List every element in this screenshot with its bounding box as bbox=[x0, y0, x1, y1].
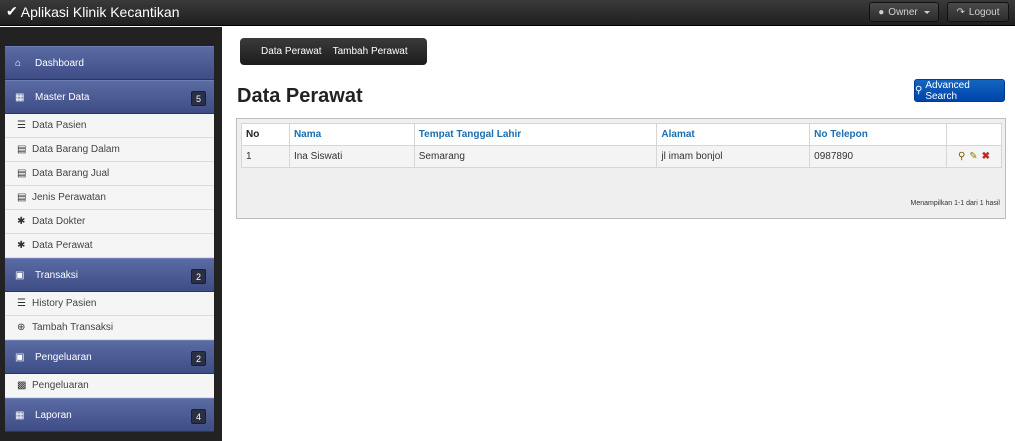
sidebar-item-label: Data Barang Jual bbox=[32, 168, 110, 179]
app-brand[interactable]: ✔ Aplikasi Klinik Kecantikan bbox=[6, 3, 179, 20]
sidebar-item-label: Dashboard bbox=[35, 57, 84, 69]
row-actions: ⚲ ✎ ✖ bbox=[951, 151, 997, 162]
header-tempat-tanggal-lahir[interactable]: Tempat Tanggal Lahir bbox=[413, 123, 658, 146]
search-icon: ⚲ bbox=[915, 85, 923, 96]
sidebar-item-label: Tambah Transaksi bbox=[32, 322, 114, 333]
cell-nama: Ina Siswati bbox=[288, 145, 415, 168]
table-row: 1 Ina Siswati Semarang jl imam bonjol 09… bbox=[241, 145, 1003, 168]
sidebar-item-history-pasien[interactable]: ☰ History Pasien bbox=[5, 292, 214, 316]
user-icon: ● bbox=[878, 6, 885, 18]
logout-button[interactable]: ↷ Logout bbox=[947, 2, 1009, 22]
grid-icon: ▦ bbox=[15, 91, 25, 103]
advanced-search-label: Advanced Search bbox=[925, 79, 970, 102]
check-icon: ✔ bbox=[6, 3, 18, 19]
tab-group: Data Perawat Tambah Perawat bbox=[240, 38, 427, 65]
plus-circle-icon: ⊕ bbox=[17, 322, 26, 333]
list-icon: ☰ bbox=[17, 298, 26, 309]
sidebar-item-data-pasien[interactable]: ☰ Data Pasien bbox=[5, 114, 214, 138]
tab-tambah-perawat[interactable]: Tambah Perawat bbox=[333, 46, 419, 57]
inbox-icon: ▤ bbox=[17, 168, 27, 179]
sidebar-item-label: Data Dokter bbox=[32, 216, 86, 227]
sidebar-laporan[interactable]: ▦ Laporan 4 bbox=[5, 398, 214, 432]
sidebar-item-label: Pengeluaran bbox=[35, 351, 92, 363]
owner-menu-button[interactable]: ● Owner bbox=[869, 2, 939, 22]
sidebar: ⌂ Dashboard ▦ Master Data 5 ☰ Data Pasie… bbox=[5, 46, 214, 432]
sidebar-item-label: Data Barang Dalam bbox=[32, 144, 120, 155]
tab-data-perawat[interactable]: Data Perawat bbox=[240, 46, 333, 57]
briefcase-icon: ▣ bbox=[15, 351, 25, 363]
app-title: Aplikasi Klinik Kecantikan bbox=[20, 3, 180, 20]
sidebar-item-label: Data Pasien bbox=[32, 120, 87, 131]
list-icon: ☰ bbox=[17, 120, 26, 131]
sidebar-dashboard[interactable]: ⌂ Dashboard bbox=[5, 46, 214, 80]
th-icon: ▩ bbox=[17, 380, 27, 391]
briefcase-icon: ▣ bbox=[15, 269, 25, 281]
grid-icon: ▦ bbox=[15, 409, 25, 421]
asterisk-icon: ✱ bbox=[17, 240, 26, 251]
cell-ttl: Semarang bbox=[413, 145, 658, 168]
cell-no: 1 bbox=[241, 145, 290, 168]
delete-icon[interactable]: ✖ bbox=[982, 151, 990, 162]
header-nama[interactable]: Nama bbox=[288, 123, 415, 146]
result-summary: Menampilkan 1-1 dari 1 hasil bbox=[910, 200, 1001, 207]
sidebar-master-data[interactable]: ▦ Master Data 5 bbox=[5, 80, 214, 114]
sidebar-item-pengeluaran[interactable]: ▩ Pengeluaran bbox=[5, 374, 214, 398]
list-alt-icon: ▤ bbox=[17, 192, 27, 203]
owner-label: Owner bbox=[888, 6, 918, 18]
sidebar-item-label: Pengeluaran bbox=[32, 380, 89, 391]
sidebar-item-data-dokter[interactable]: ✱ Data Dokter bbox=[5, 210, 214, 234]
cell-telepon: 0987890 bbox=[809, 145, 947, 168]
sidebar-pengeluaran[interactable]: ▣ Pengeluaran 2 bbox=[5, 340, 214, 374]
table-header-row: No Nama Tempat Tanggal Lahir Alamat No T… bbox=[241, 123, 1003, 146]
header-alamat[interactable]: Alamat bbox=[656, 123, 811, 146]
logout-icon: ↷ bbox=[956, 6, 965, 18]
header-no: No bbox=[241, 123, 290, 146]
sidebar-item-label: Laporan bbox=[35, 409, 72, 421]
inbox-icon: ▤ bbox=[17, 144, 27, 155]
top-navbar: ✔ Aplikasi Klinik Kecantikan ● Owner ↷ L… bbox=[0, 0, 1015, 26]
cell-actions: ⚲ ✎ ✖ bbox=[945, 145, 1003, 168]
asterisk-icon: ✱ bbox=[17, 216, 26, 227]
count-badge: 2 bbox=[191, 351, 206, 366]
page-title: Data Perawat bbox=[237, 85, 363, 107]
sidebar-item-data-perawat[interactable]: ✱ Data Perawat bbox=[5, 234, 214, 258]
sidebar-item-label: Data Perawat bbox=[32, 240, 93, 251]
sidebar-item-label: Master Data bbox=[35, 91, 90, 103]
home-icon: ⌂ bbox=[15, 57, 22, 69]
view-icon[interactable]: ⚲ bbox=[958, 151, 965, 162]
sidebar-item-label: History Pasien bbox=[32, 298, 97, 309]
advanced-search-button[interactable]: ⚲ Advanced Search bbox=[914, 79, 1005, 102]
header-no-telepon[interactable]: No Telepon bbox=[809, 123, 947, 146]
sidebar-item-label: Jenis Perawatan bbox=[32, 192, 106, 203]
edit-icon[interactable]: ✎ bbox=[969, 151, 977, 162]
sidebar-item-jenis-perawatan[interactable]: ▤ Jenis Perawatan bbox=[5, 186, 214, 210]
caret-down-icon bbox=[923, 10, 930, 14]
sidebar-item-data-barang-dalam[interactable]: ▤ Data Barang Dalam bbox=[5, 138, 214, 162]
cell-alamat: jl imam bonjol bbox=[656, 145, 811, 168]
sidebar-item-label: Transaksi bbox=[35, 269, 78, 281]
logout-label: Logout bbox=[968, 6, 1000, 18]
perawat-table: No Nama Tempat Tanggal Lahir Alamat No T… bbox=[241, 123, 1003, 168]
header-actions bbox=[945, 123, 1003, 146]
count-badge: 4 bbox=[191, 409, 206, 424]
count-badge: 2 bbox=[191, 269, 206, 284]
grid-panel: No Nama Tempat Tanggal Lahir Alamat No T… bbox=[236, 118, 1006, 219]
count-badge: 5 bbox=[191, 91, 206, 106]
sidebar-item-tambah-transaksi[interactable]: ⊕ Tambah Transaksi bbox=[5, 316, 214, 340]
sidebar-item-data-barang-jual[interactable]: ▤ Data Barang Jual bbox=[5, 162, 214, 186]
sidebar-transaksi[interactable]: ▣ Transaksi 2 bbox=[5, 258, 214, 292]
